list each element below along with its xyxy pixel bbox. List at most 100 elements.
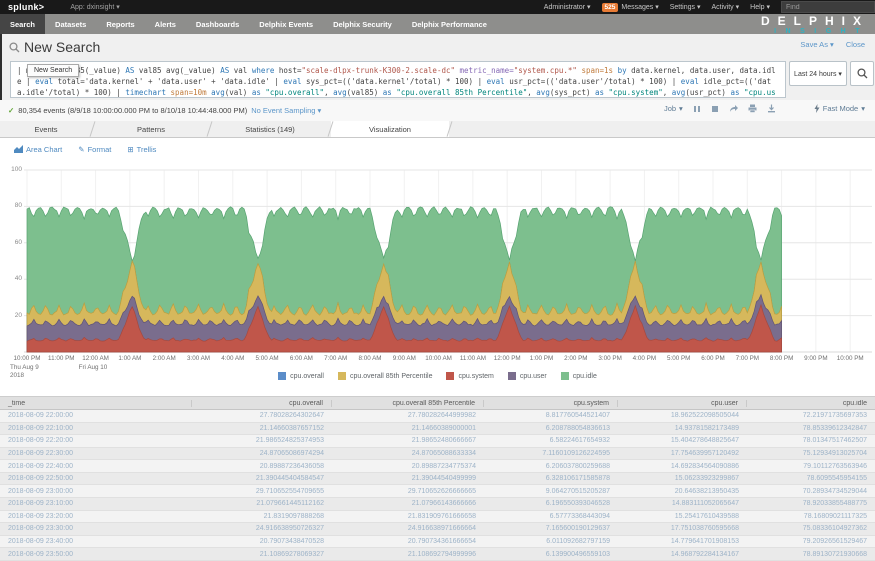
y-axis-tick: 20 xyxy=(0,312,22,319)
chart-type-picker[interactable]: Area Chart xyxy=(14,145,62,154)
legend-item-cpu-overall-85th-percentile[interactable]: cpu.overall 85th Percentile xyxy=(338,372,433,380)
legend-swatch xyxy=(561,372,569,380)
cell-value: 21.10869278069327 xyxy=(192,551,332,558)
query-token: sys_pct=(('data.kernel'/total) * 100) | xyxy=(301,77,486,86)
cell-value: 15.404278648825647 xyxy=(618,437,747,444)
magnifier-icon xyxy=(857,68,868,79)
cell-value: 21.986524825374953 xyxy=(192,437,332,444)
column-header-cpu-overall-85th-percentile[interactable]: cpu.overall 85th Percentile xyxy=(332,400,484,407)
cell-value: 75.12934913025704 xyxy=(747,450,875,457)
cell-value: 21.831909761666658 xyxy=(332,513,484,520)
stop-icon[interactable] xyxy=(711,105,719,113)
menu-messages[interactable]: 525Messages ▾ xyxy=(602,3,659,12)
table-row: 2018-08-09 23:10:0021.07966144511216221.… xyxy=(0,498,875,511)
cell-value: 21.8319097888268 xyxy=(192,513,332,520)
export-icon[interactable] xyxy=(767,104,776,113)
x-axis-tick: 10:00 PM xyxy=(830,355,870,362)
messages-count-badge: 525 xyxy=(602,3,619,12)
nav-item-alerts[interactable]: Alerts xyxy=(145,14,186,34)
table-row: 2018-08-09 23:20:0021.831909788826821.83… xyxy=(0,511,875,524)
app-navbar: SearchDatasetsReportsAlertsDashboardsDel… xyxy=(0,14,875,34)
menu-administrator[interactable]: Administrator ▾ xyxy=(544,3,591,11)
trellis-button[interactable]: ⊞Trellis xyxy=(127,145,156,154)
cell-value: 21.108692794999996 xyxy=(332,551,484,558)
close-button[interactable]: Close xyxy=(846,40,865,49)
nav-item-delphix-security[interactable]: Delphix Security xyxy=(323,14,402,34)
pencil-icon: ✎ xyxy=(78,145,84,154)
splunk-logo[interactable]: splunk> xyxy=(8,2,44,12)
cell-value: 20.89887236436058 xyxy=(192,463,332,470)
event-sampling-menu[interactable]: No Event Sampling ▾ xyxy=(251,106,321,115)
cell-time: 2018-08-09 23:50:00 xyxy=(0,551,192,558)
cell-value: 6.139900496559103 xyxy=(484,551,618,558)
brand-line1: DELPHIX xyxy=(761,15,869,27)
cell-value: 27.780282644999982 xyxy=(332,412,484,419)
query-token: usr_pct=(('data.user'/total) * 100) | xyxy=(505,77,681,86)
cell-value: 14.93781582173489 xyxy=(618,425,747,432)
save-as-button[interactable]: Save As ▾ xyxy=(800,40,833,49)
legend-item-cpu-overall[interactable]: cpu.overall xyxy=(278,372,324,380)
query-token: as xyxy=(730,88,739,97)
tab-events[interactable]: Events xyxy=(0,121,92,137)
cell-time: 2018-08-09 22:10:00 xyxy=(0,425,192,432)
query-token: "cpu.system" xyxy=(609,88,663,97)
job-menu[interactable]: Job ▾ xyxy=(664,104,683,113)
query-token: timechart xyxy=(125,88,166,97)
time-range-picker[interactable]: Last 24 hours ▾ xyxy=(789,61,847,86)
print-icon[interactable] xyxy=(748,104,757,113)
nav-item-delphix-performance[interactable]: Delphix Performance xyxy=(402,14,497,34)
cell-value: 6.58224617654932 xyxy=(484,437,618,444)
table-row: 2018-08-09 23:50:0021.1086927806932721.1… xyxy=(0,548,875,561)
column-header-time[interactable]: _time xyxy=(0,400,192,407)
area-chart: cpu.overall cpu.overall 85th Percentile cp… xyxy=(0,160,875,396)
app-menu[interactable]: App: dxinsight ▾ xyxy=(70,3,119,11)
query-token: (val85) xyxy=(347,88,383,97)
share-icon[interactable] xyxy=(729,104,738,113)
cell-value: 14.968792284134167 xyxy=(618,551,747,558)
cell-value: 24.87065088633334 xyxy=(332,450,484,457)
nav-item-datasets[interactable]: Datasets xyxy=(45,14,96,34)
tab-statistics-149[interactable]: Statistics (149) xyxy=(210,121,330,137)
query-token: "system.cpu.*" xyxy=(514,66,577,75)
format-button[interactable]: ✎Format xyxy=(78,145,111,154)
cell-value: 14.692834564090886 xyxy=(618,463,747,470)
menu-label: Activity ▾ xyxy=(712,3,740,11)
find-input[interactable] xyxy=(781,1,875,13)
pause-icon[interactable] xyxy=(693,105,701,113)
column-header-cpu-overall[interactable]: cpu.overall xyxy=(192,400,332,407)
column-header-cpu-user[interactable]: cpu.user xyxy=(618,400,747,407)
query-token: eval xyxy=(283,77,301,86)
cell-value: 20.64638213950435 xyxy=(618,488,747,495)
legend-item-cpu-user[interactable]: cpu.user xyxy=(508,372,547,380)
cell-value: 20.790734361666654 xyxy=(332,538,484,545)
column-header-cpu-system[interactable]: cpu.system xyxy=(484,400,618,407)
fast-mode-menu[interactable]: Fast Mode ▾ xyxy=(814,104,865,113)
nav-item-dashboards[interactable]: Dashboards xyxy=(186,14,249,34)
tab-visualization[interactable]: Visualization xyxy=(331,121,449,137)
cell-value: 24.916638971666664 xyxy=(332,525,484,532)
nav-item-search[interactable]: Search xyxy=(0,14,45,34)
nav-item-delphix-events[interactable]: Delphix Events xyxy=(249,14,323,34)
cell-value: 14.883111052065647 xyxy=(618,500,747,507)
run-search-button[interactable] xyxy=(850,61,874,86)
x-axis-date-label: Thu Aug 92018 xyxy=(10,364,56,380)
search-bar-region: | mstats perc85(_value) AS val85 avg(_va… xyxy=(0,60,875,100)
cell-value: 6.206037800259688 xyxy=(484,463,618,470)
menu-help[interactable]: Help ▾ xyxy=(750,3,770,11)
search-query-input[interactable]: | mstats perc85(_value) AS val85 avg(_va… xyxy=(10,61,786,98)
cell-value: 14.779641701908153 xyxy=(618,538,747,545)
date-line: Thu Aug 9 xyxy=(10,364,56,372)
legend-swatch xyxy=(508,372,516,380)
legend-item-cpu-system[interactable]: cpu.system xyxy=(446,372,493,380)
legend-item-cpu-idle[interactable]: cpu.idle xyxy=(561,372,597,380)
menu-label: Help ▾ xyxy=(750,3,770,11)
tab-patterns[interactable]: Patterns xyxy=(93,121,209,137)
cell-value: 20.89887234775374 xyxy=(332,463,484,470)
column-header-cpu-idle[interactable]: cpu.idle xyxy=(747,400,875,407)
menu-activity[interactable]: Activity ▾ xyxy=(712,3,740,11)
query-token: by xyxy=(618,66,627,75)
top-bar: splunk> App: dxinsight ▾ Administrator ▾… xyxy=(0,0,875,14)
cell-value: 6.328106171585878 xyxy=(484,475,618,482)
menu-settings[interactable]: Settings ▾ xyxy=(670,3,701,11)
nav-item-reports[interactable]: Reports xyxy=(96,14,144,34)
